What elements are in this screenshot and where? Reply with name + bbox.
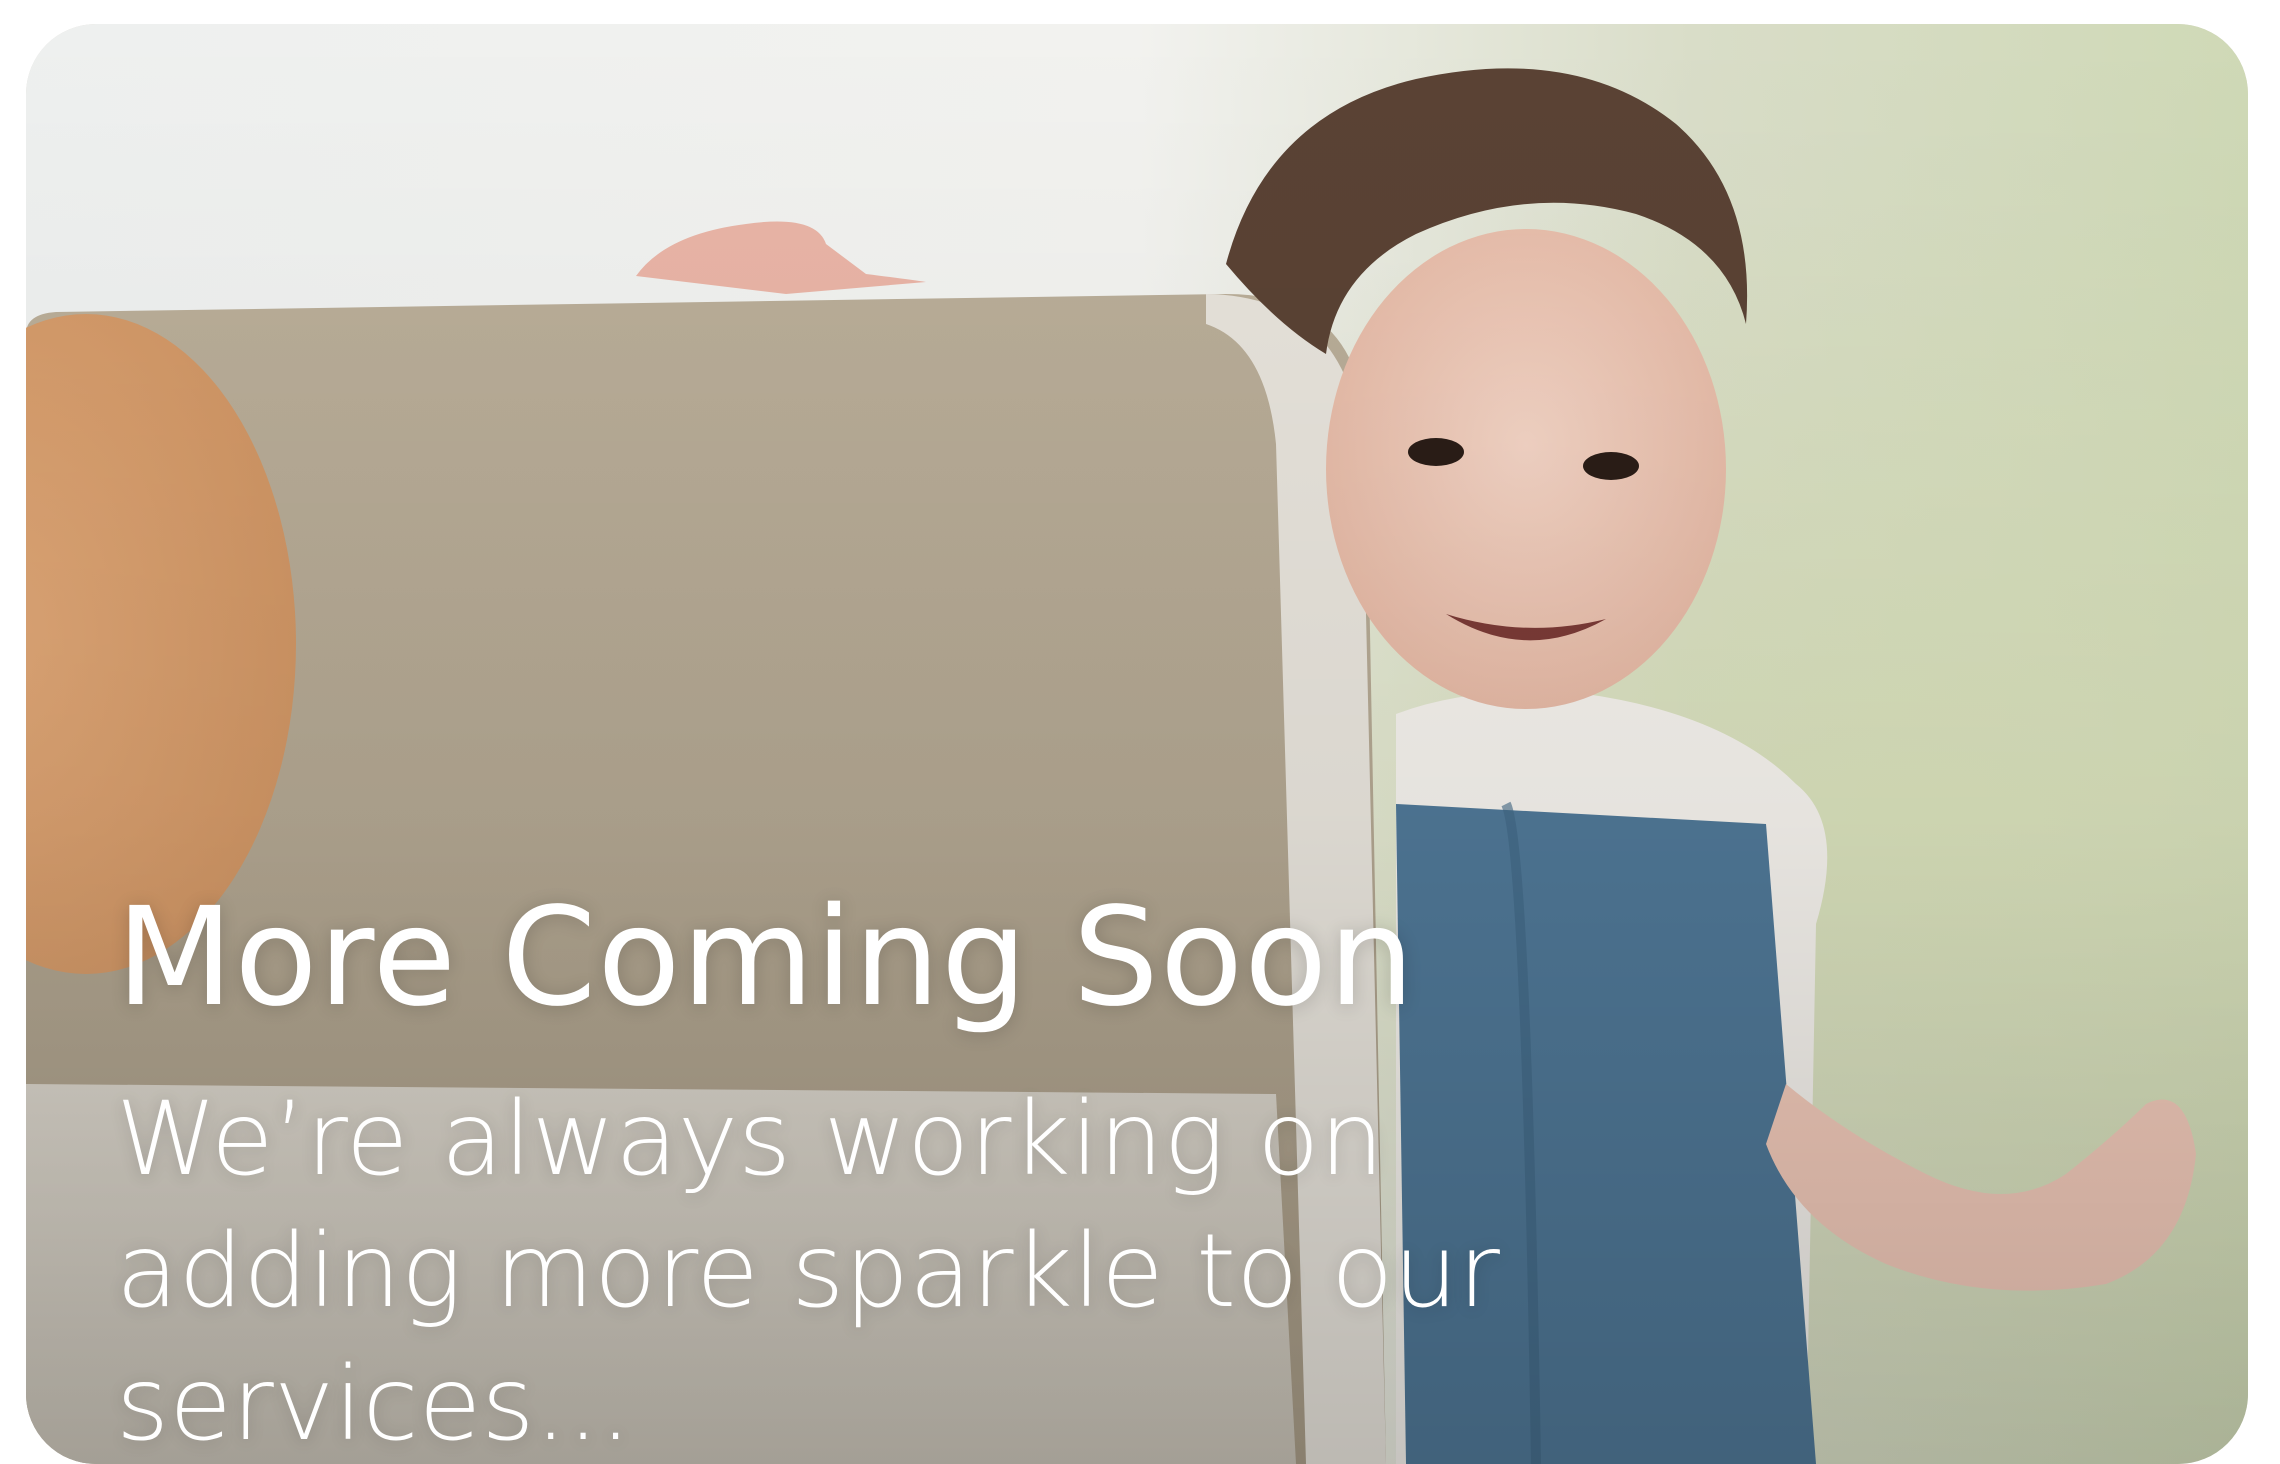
card-title: More Coming Soon [116, 879, 1416, 1037]
card-text: More Coming Soon We’re always working on… [116, 879, 1648, 1464]
card-subtitle: We’re always working on adding more spar… [116, 1079, 1500, 1464]
coming-soon-card[interactable]: More Coming Soon We’re always working on… [26, 24, 2248, 1464]
